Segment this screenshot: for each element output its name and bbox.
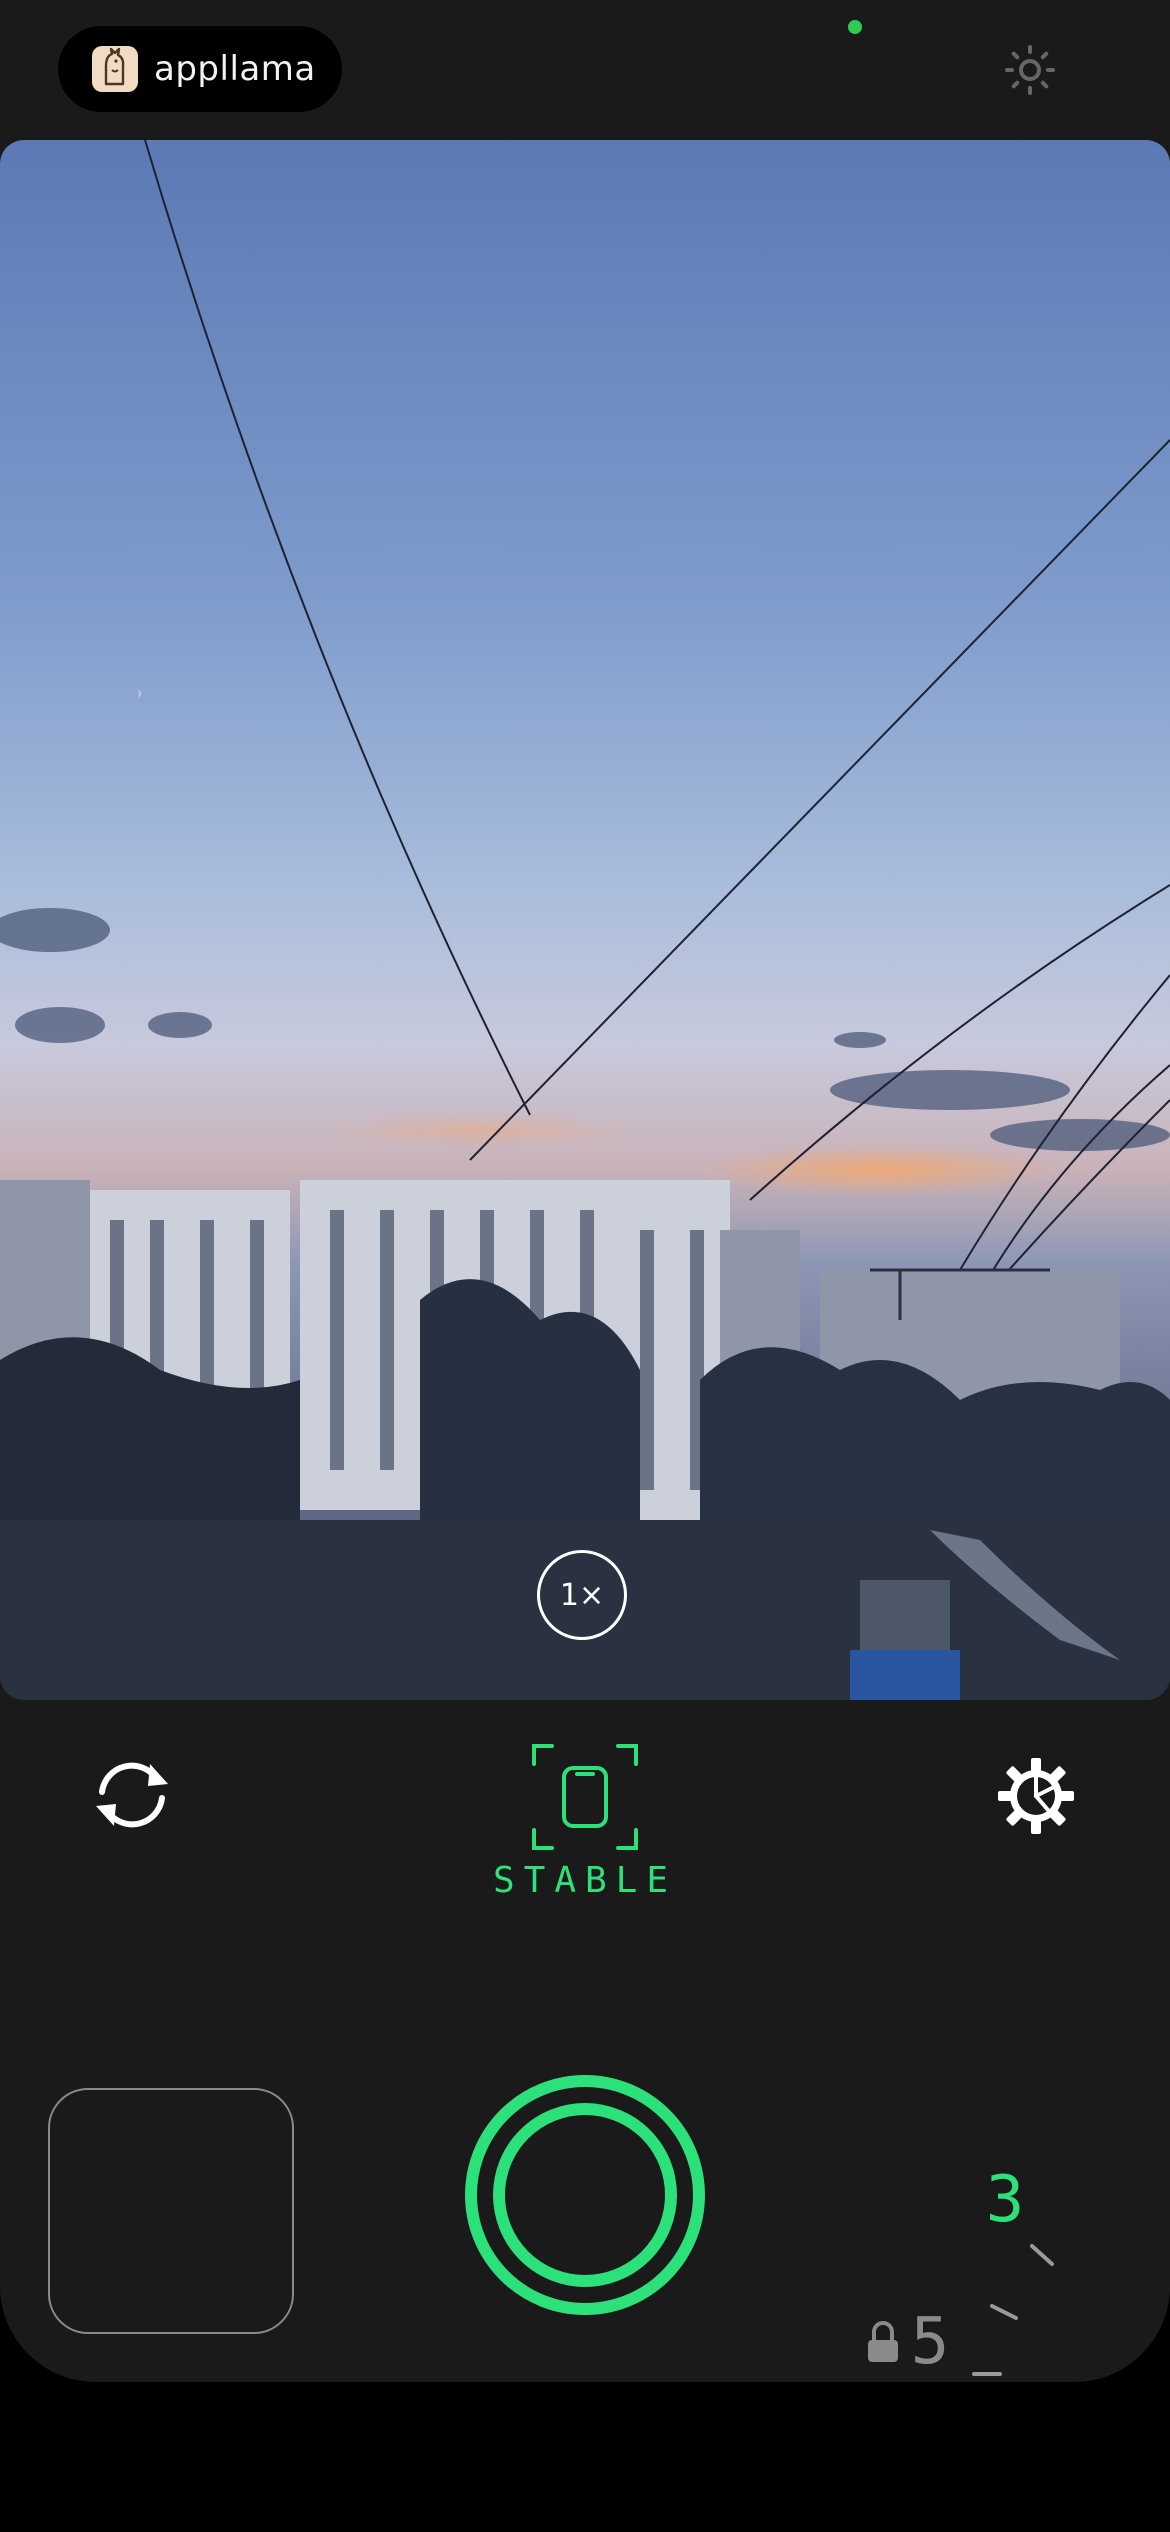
timer-locked-value: 5 <box>910 2305 950 2379</box>
zoom-label: 1× <box>559 1577 605 1613</box>
brand-name: appllama <box>154 49 316 89</box>
mic-indicator-dot <box>848 20 862 34</box>
llama-logo-icon <box>92 46 138 92</box>
shutter-button[interactable] <box>462 2072 708 2318</box>
gear-timer-icon <box>998 1758 1074 1834</box>
camera-viewfinder[interactable] <box>0 140 1170 1700</box>
rotate-arrows-icon <box>96 1762 168 1828</box>
lock-icon <box>868 2321 898 2362</box>
settings-button[interactable] <box>996 1756 1076 1836</box>
stable-mode-label: STABLE <box>492 1860 678 1901</box>
shutter-ring-icon <box>465 2075 705 2315</box>
timer-current-value[interactable]: 3 <box>975 2164 1035 2236</box>
flip-camera-button[interactable] <box>90 1758 174 1832</box>
brand-pill: appllama <box>58 26 342 112</box>
timer-dial-ticks[interactable] <box>960 2230 1070 2380</box>
zoom-button[interactable]: 1× <box>537 1550 627 1640</box>
stable-mode-button[interactable]: STABLE <box>490 1740 680 1910</box>
camera-screen: appllama 1× STABLE 3 5 <box>0 0 1170 2382</box>
last-photo-thumbnail[interactable] <box>48 2088 294 2334</box>
stabilization-frame-icon <box>532 1744 638 1850</box>
brightness-icon[interactable] <box>1004 44 1056 96</box>
viewfinder-scene <box>0 140 1170 1700</box>
